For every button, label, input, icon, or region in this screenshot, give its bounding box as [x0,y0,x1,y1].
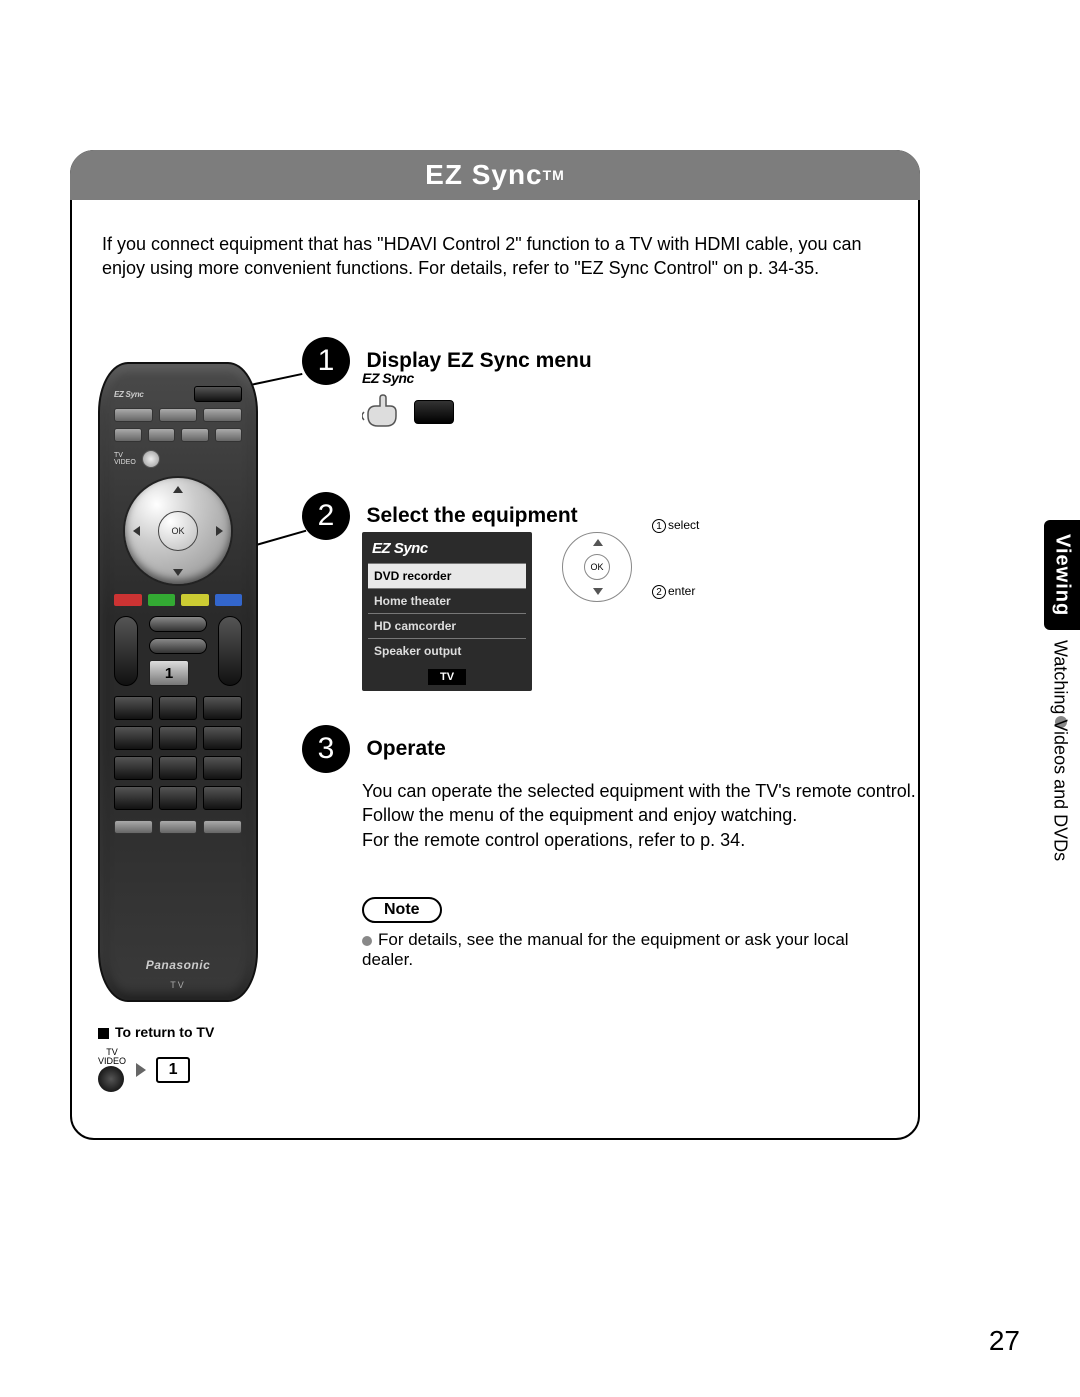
return-video-label: VIDEO [98,1057,126,1066]
page-number: 27 [989,1325,1020,1357]
step-3-body: You can operate the selected equipment w… [362,779,916,852]
section-breadcrumb: Watching Videos and DVDs [1046,640,1074,970]
return-to-tv: To return to TV TV VIDEO 1 [98,1024,214,1092]
step-1-number: 1 [302,337,350,385]
tvvideo-button-icon [98,1066,124,1092]
remote-keypad [203,786,242,810]
remote-keypad [159,756,198,780]
ezsync-menu-item-selected: DVD recorder [368,563,526,588]
ezsync-button-icon [414,400,454,424]
remote-ezsync-button [194,386,242,402]
arrow-up-icon [173,486,183,493]
ezsync-menu-header: EZ Sync [368,538,526,563]
hand-pointing-icon [362,392,406,432]
note-text: For details, see the manual for the equi… [362,930,888,970]
remote-soft-button [215,428,243,442]
remote-keypad [114,726,153,750]
remote-color-red [114,594,142,606]
remote-keypad [114,756,153,780]
square-bullet-icon [98,1028,109,1039]
remote-soft-button [114,428,142,442]
arrow-down-icon [593,588,603,595]
step-1-title: Display EZ Sync menu [366,349,591,372]
step-1-press-icon: EZ Sync [362,370,454,432]
remote-tvvideo-button [142,450,160,468]
remote-soft-button [114,408,153,422]
ezsync-logo-small: EZ Sync [362,370,454,386]
remote-pill-button [149,638,207,654]
remote-ok-button: OK [158,511,198,551]
dpad-diagram: 1select OK 2enter [562,522,762,602]
remote-keypad [114,696,153,720]
remote-brand: Panasonic [146,958,211,972]
number-1-key: 1 [156,1057,190,1083]
page-title: EZ SyncTM [70,150,920,200]
ezsync-menu-item: HD camcorder [368,613,526,638]
ezsync-menu: EZ Sync DVD recorder Home theater HD cam… [362,532,532,691]
ezsync-menu-item: Speaker output [368,638,526,663]
step-2-number: 2 [302,492,350,540]
remote-color-blue [215,594,243,606]
page-frame: EZ SyncTM If you connect equipment that … [70,150,920,1140]
remote-soft-button [148,428,176,442]
step-2-title: Select the equipment [366,504,577,527]
remote-tvvideo-label-bot: VIDEO [114,459,136,466]
step-3-number: 3 [302,725,350,773]
step-3: 3 Operate You can operate the selected e… [302,725,916,852]
section-tab-label: Viewing [1051,534,1074,616]
remote-keypad [203,696,242,720]
ok-button-icon: OK [584,554,610,580]
remote-channel-rocker [218,616,242,686]
remote-volume-rocker [114,616,138,686]
ezsync-menu-bottom: TV [428,669,466,685]
dpad-label-select: 1select [652,518,699,533]
page-title-text: EZ Sync [425,159,542,191]
circled-1-icon: 1 [652,519,666,533]
remote-bottom-button [159,820,198,834]
step-3-line: You can operate the selected equipment w… [362,779,916,803]
section-breadcrumb-text: Watching Videos and DVDs [1050,640,1071,861]
remote-control-illustration: EZ Sync TV VIDEO OK [98,362,258,1002]
ezsync-menu-item: Home theater [368,588,526,613]
note-label: Note [362,897,442,923]
step-3-line: Follow the menu of the equipment and enj… [362,803,916,827]
remote-ezsync-logo: EZ Sync [114,390,143,399]
remote-tvvideo-label-top: TV [114,452,136,459]
remote-bottom-button [203,820,242,834]
remote-keypad [159,696,198,720]
remote-dpad: OK [123,476,233,586]
remote-brand-sub: TV [170,980,186,990]
remote-soft-button [181,428,209,442]
remote-keypad [203,756,242,780]
arrow-left-icon [133,526,140,536]
remote-number-1: 1 [149,660,189,686]
callout-line-step2 [256,530,306,546]
section-tab: Viewing [1044,520,1080,630]
arrow-down-icon [173,569,183,576]
arrow-up-icon [593,539,603,546]
arrow-right-icon [216,526,223,536]
remote-bottom-button [114,820,153,834]
trademark: TM [543,167,565,183]
bullet-icon [362,936,372,946]
remote-keypad [114,786,153,810]
arrow-right-icon [136,1063,146,1077]
remote-keypad [203,726,242,750]
remote-pill-button [149,616,207,632]
remote-keypad [159,786,198,810]
remote-color-green [148,594,176,606]
return-heading: To return to TV [115,1024,214,1040]
circled-2-icon: 2 [652,585,666,599]
intro-text: If you connect equipment that has "HDAVI… [102,232,888,281]
remote-soft-button [159,408,198,422]
remote-color-yellow [181,594,209,606]
dpad-label-enter: 2enter [652,584,695,599]
step-3-line: For the remote control operations, refer… [362,828,916,852]
step-3-title: Operate [366,737,445,760]
remote-keypad [159,726,198,750]
remote-soft-button [203,408,242,422]
